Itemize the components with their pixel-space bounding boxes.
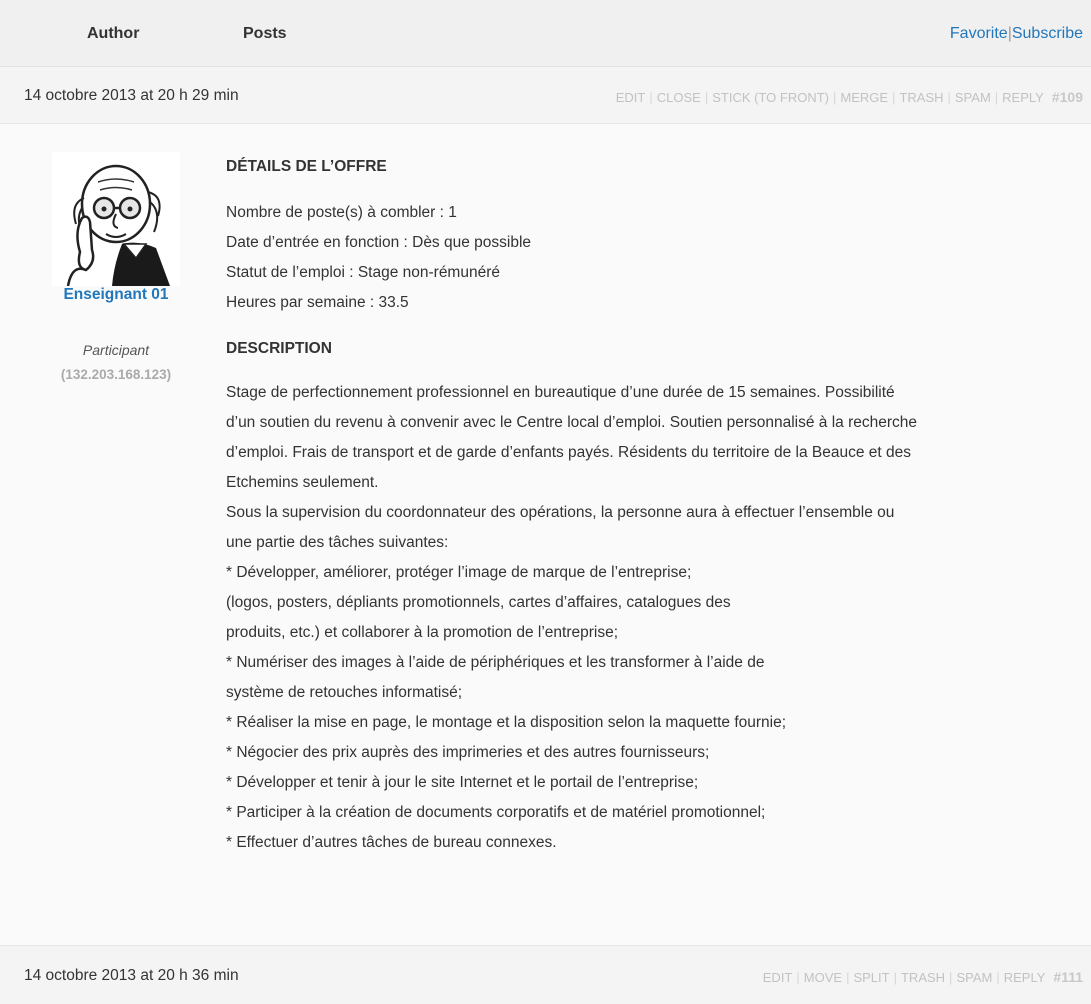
detail-line: Heures par semaine : 33.5 bbox=[226, 294, 409, 311]
description-line: * Réaliser la mise en page, le montage e… bbox=[226, 714, 787, 731]
edit-link[interactable]: EDIT bbox=[763, 970, 793, 985]
detail-line: Statut de l’emploi : Stage non-rémunéré bbox=[226, 264, 500, 281]
spam-link[interactable]: SPAM bbox=[956, 970, 992, 985]
description-heading: DESCRIPTION bbox=[226, 340, 332, 357]
description-line: d’emploi. Frais de transport et de garde… bbox=[226, 444, 911, 461]
post-permalink[interactable]: #111 bbox=[1053, 969, 1083, 985]
description-line: d’un soutien du revenu à convenir avec l… bbox=[226, 414, 918, 431]
details-list: Nombre de poste(s) à combler : 1 Date d’… bbox=[226, 198, 1076, 318]
split-link[interactable]: SPLIT bbox=[853, 970, 889, 985]
description-line: * Développer, améliorer, protéger l’imag… bbox=[226, 564, 692, 581]
trash-link[interactable]: TRASH bbox=[899, 90, 943, 105]
separator: | bbox=[846, 970, 850, 985]
separator: | bbox=[796, 970, 800, 985]
post-meta-bar: 14 octobre 2013 at 20 h 29 min EDIT | CLOS… bbox=[0, 67, 1091, 124]
post-date: 14 octobre 2013 at 20 h 29 min bbox=[24, 87, 239, 104]
description-line: (logos, posters, dépliants promotionnels… bbox=[226, 594, 731, 611]
topic-header: Author Posts Favorite|Subscribe bbox=[0, 0, 1091, 67]
author-name-link[interactable]: Enseignant 01 bbox=[20, 286, 212, 304]
author-ip: (132.203.168.123) bbox=[60, 367, 172, 382]
author-column-header: Author bbox=[87, 25, 140, 42]
reply-link[interactable]: REPLY bbox=[1004, 970, 1046, 985]
topic-container: Author Posts Favorite|Subscribe 14 octob… bbox=[0, 0, 1091, 1004]
description-line: * Développer et tenir à jour le site Int… bbox=[226, 774, 699, 791]
cartoon-teacher-avatar-icon[interactable] bbox=[52, 152, 180, 286]
separator: | bbox=[994, 90, 999, 105]
post-permalink[interactable]: #109 bbox=[1052, 89, 1083, 105]
move-link[interactable]: MOVE bbox=[804, 970, 842, 985]
separator: | bbox=[892, 90, 896, 105]
post-body: Enseignant 01 Participant (132.203.168.1… bbox=[0, 124, 1091, 946]
topic-actions: Favorite|Subscribe bbox=[950, 25, 1083, 43]
description-line: * Participer à la création de documents … bbox=[226, 804, 766, 821]
posts-column-header: Posts bbox=[243, 25, 287, 42]
author-role: Participant bbox=[82, 342, 150, 358]
separator: | bbox=[832, 90, 837, 105]
post-admin-links: EDIT | CLOSE | STICK (TO FRONT) | MERGE | TRASH |… bbox=[616, 89, 1083, 105]
separator: | bbox=[996, 970, 1000, 985]
description-line: Stage de perfectionnement professionnel … bbox=[226, 384, 895, 401]
separator: | bbox=[649, 90, 653, 105]
separator: | bbox=[704, 90, 709, 105]
description-text: Stage de perfectionnement professionnel … bbox=[226, 378, 1076, 858]
separator: | bbox=[949, 970, 953, 985]
separator: | bbox=[947, 90, 951, 105]
separator: | bbox=[893, 970, 897, 985]
merge-link[interactable]: MERGE bbox=[840, 90, 888, 105]
edit-link[interactable]: EDIT bbox=[616, 90, 646, 105]
post-admin-links: EDIT | MOVE | SPLIT | TRASH | SPAM | REPLY #111 bbox=[763, 969, 1083, 985]
description-line: * Numériser des images à l’aide de périp… bbox=[226, 654, 765, 671]
description-line: * Négocier des prix auprès des imprimeri… bbox=[226, 744, 710, 761]
description-line: système de retouches informatisé; bbox=[226, 684, 463, 701]
favorite-link[interactable]: Favorite bbox=[950, 25, 1008, 42]
detail-line: Date d’entrée en fonction : Dès que poss… bbox=[226, 234, 532, 251]
detail-line: Nombre de poste(s) à combler : 1 bbox=[226, 204, 457, 221]
post-content: DÉTAILS DE L’OFFRE Nombre de poste(s) à … bbox=[226, 152, 1076, 858]
post-meta-bar: 14 octobre 2013 at 20 h 36 min EDIT | MOVE… bbox=[0, 946, 1091, 1004]
post-date: 14 octobre 2013 at 20 h 36 min bbox=[24, 967, 239, 984]
stick-link[interactable]: STICK (TO FRONT) bbox=[712, 90, 829, 105]
reply-link[interactable]: REPLY bbox=[1002, 90, 1044, 105]
spam-link[interactable]: SPAM bbox=[955, 90, 991, 105]
description-line: Sous la supervision du coordonnateur des… bbox=[226, 504, 895, 521]
description-line: une partie des tâches suivantes: bbox=[226, 534, 449, 551]
subscribe-link[interactable]: Subscribe bbox=[1012, 25, 1083, 42]
post-author: Enseignant 01 Participant (132.203.168.1… bbox=[20, 152, 212, 382]
details-heading: DÉTAILS DE L’OFFRE bbox=[226, 158, 387, 175]
description-line: produits, etc.) et collaborer à la promo… bbox=[226, 624, 619, 641]
close-link[interactable]: CLOSE bbox=[657, 90, 701, 105]
description-line: Etchemins seulement. bbox=[226, 474, 379, 491]
trash-link[interactable]: TRASH bbox=[901, 970, 945, 985]
description-line: * Effectuer d’autres tâches de bureau co… bbox=[226, 834, 557, 851]
